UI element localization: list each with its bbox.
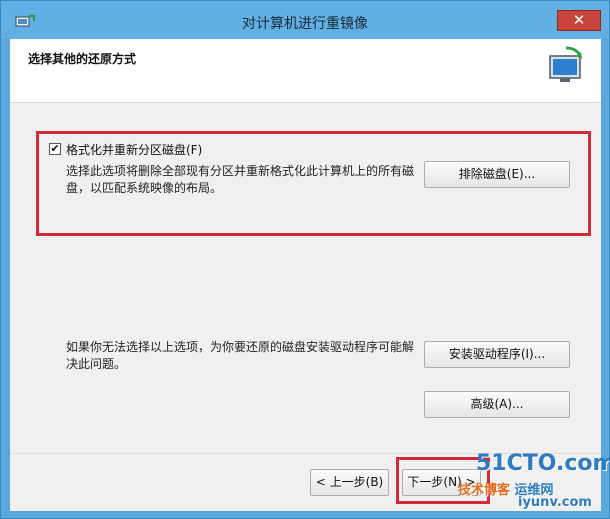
format-repartition-checkbox[interactable]: ✔ xyxy=(49,143,61,155)
computer-restore-icon xyxy=(549,46,582,82)
driver-help-text: 如果你无法选择以上选项，为你要还原的磁盘安装驱动程序可能解决此问题。 xyxy=(66,340,415,371)
format-description: 选择此选项将删除全部现有分区并重新格式化此计算机上的所有磁盘，以匹配系统映像的布… xyxy=(66,164,415,195)
watermark-main: 51CTO.com xyxy=(476,451,610,476)
title-bar[interactable]: 对计算机进行重镜像 ✕ xyxy=(1,1,609,39)
back-button[interactable]: < 上一步(B) xyxy=(310,469,389,496)
reimage-dialog: 对计算机进行重镜像 ✕ 选择其他的还原方式 ✔ 格式化并重新分区磁盘(F) 选择… xyxy=(0,0,610,519)
dialog-body: 选择其他的还原方式 ✔ 格式化并重新分区磁盘(F) 选择此选项将删除全部现有分区… xyxy=(10,39,610,511)
window-title: 对计算机进行重镜像 xyxy=(242,16,368,32)
site-watermark: 51CTO.com 技术博客 运维网 iyunv.com xyxy=(448,451,610,511)
install-drivers-button[interactable]: 安装驱动程序(I)... xyxy=(424,341,570,368)
advanced-button[interactable]: 高级(A)... xyxy=(424,391,570,418)
format-repartition-label[interactable]: 格式化并重新分区磁盘(F) xyxy=(66,141,202,158)
page-title: 选择其他的还原方式 xyxy=(28,52,137,66)
watermark-domain: iyunv.com xyxy=(518,495,592,510)
page-header: 选择其他的还原方式 xyxy=(10,39,601,103)
exclude-disks-button[interactable]: 排除磁盘(E)... xyxy=(424,161,570,188)
close-button[interactable]: ✕ xyxy=(557,10,601,31)
